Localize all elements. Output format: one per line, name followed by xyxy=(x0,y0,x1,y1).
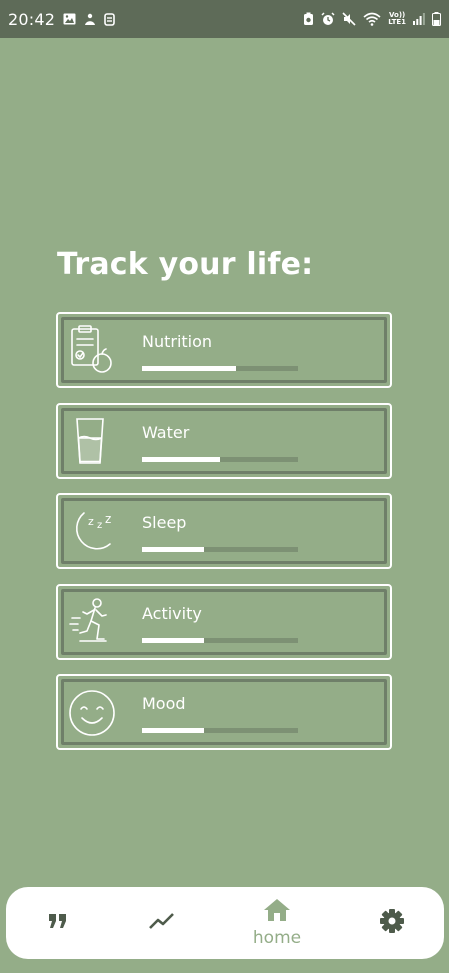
progress-fill xyxy=(142,728,205,733)
sleep-progress-bar xyxy=(142,547,298,552)
tracker-label: Sleep xyxy=(142,513,187,532)
status-time: 20:42 xyxy=(8,9,56,29)
tracker-card-sleep[interactable]: z z z Sleep xyxy=(56,493,392,569)
settings-icon xyxy=(379,908,405,938)
mood-progress-bar xyxy=(142,728,298,733)
quote-icon xyxy=(48,913,68,933)
status-bar: 20:42 Vo)) LTE1 xyxy=(0,0,449,38)
nav-home[interactable]: home xyxy=(248,887,306,959)
smiley-icon xyxy=(66,685,118,737)
tracker-label: Activity xyxy=(142,604,202,623)
wifi-icon xyxy=(363,12,381,26)
tracker-label: Water xyxy=(142,423,190,442)
tracker-card-activity[interactable]: Activity xyxy=(56,584,392,660)
svg-text:z: z xyxy=(97,520,102,531)
svg-text:z: z xyxy=(105,512,111,526)
gallery-icon xyxy=(63,13,76,25)
mute-icon xyxy=(342,12,356,26)
nav-quotes[interactable] xyxy=(36,887,80,959)
activity-progress-bar xyxy=(142,638,298,643)
nav-settings[interactable] xyxy=(370,887,414,959)
tracker-label: Nutrition xyxy=(142,332,213,351)
progress-fill xyxy=(142,366,236,371)
running-person-icon xyxy=(66,595,118,647)
trend-icon xyxy=(149,912,175,934)
signal-icon xyxy=(413,13,425,25)
sim-icon xyxy=(104,12,115,26)
tracker-label: Mood xyxy=(142,694,186,713)
progress-fill xyxy=(142,457,220,462)
svg-text:z: z xyxy=(88,515,94,528)
glass-icon xyxy=(66,414,118,466)
tracker-card-water[interactable]: Water xyxy=(56,403,392,479)
progress-fill xyxy=(142,547,205,552)
page-title: Track your life: xyxy=(57,247,314,282)
notification-person-icon xyxy=(84,13,96,26)
home-icon xyxy=(263,898,291,926)
network-type: Vo)) LTE1 xyxy=(388,11,406,26)
battery-saver-icon xyxy=(303,12,314,26)
bottom-navigation: home xyxy=(6,887,444,959)
alarm-icon xyxy=(321,12,335,26)
nav-stats[interactable] xyxy=(140,887,184,959)
tracker-card-nutrition[interactable]: Nutrition xyxy=(56,312,392,388)
nav-home-label: home xyxy=(252,928,302,948)
nutrition-progress-bar xyxy=(142,366,298,371)
battery-icon xyxy=(432,12,441,26)
clipboard-apple-icon xyxy=(66,323,118,375)
tracker-card-mood[interactable]: Mood xyxy=(56,674,392,750)
progress-fill xyxy=(142,638,205,643)
water-progress-bar xyxy=(142,457,298,462)
moon-zzz-icon: z z z xyxy=(66,504,118,556)
